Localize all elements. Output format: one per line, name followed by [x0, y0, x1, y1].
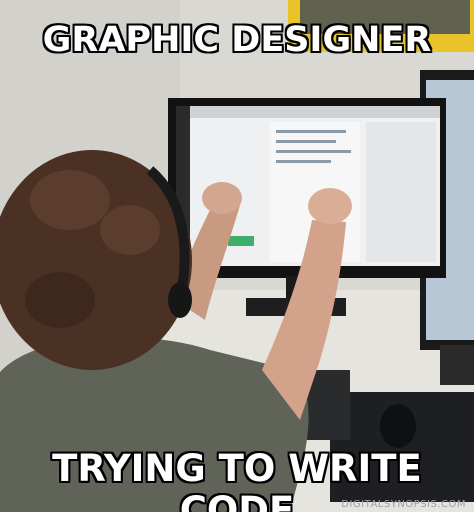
side-monitor-stand: [440, 345, 474, 385]
meme-image: GRAPHIC DESIGNER TRYING TO WRITE CODE DI…: [0, 0, 474, 512]
screen-code-lines-2: [276, 140, 336, 143]
screen-code-lines-4: [276, 160, 331, 163]
hair-highlight-2: [100, 205, 160, 255]
screen-code-lines-1: [276, 130, 346, 133]
hair-highlight-3: [25, 272, 95, 328]
person-left-hand: [202, 182, 242, 214]
screen-code-lines-3: [276, 150, 351, 153]
screen-right-panel: [366, 122, 436, 262]
watermark: DIGITALSYNOPSIS.COM: [341, 499, 466, 510]
person-right-hand: [308, 188, 352, 224]
top-caption: GRAPHIC DESIGNER: [42, 20, 432, 60]
headphone-cup: [168, 282, 192, 318]
screen-green-button: [228, 236, 254, 246]
screen-toolbar: [190, 106, 440, 118]
hair-highlight-1: [30, 170, 110, 230]
computer-mouse: [380, 404, 416, 448]
photo-scene: [0, 0, 474, 512]
